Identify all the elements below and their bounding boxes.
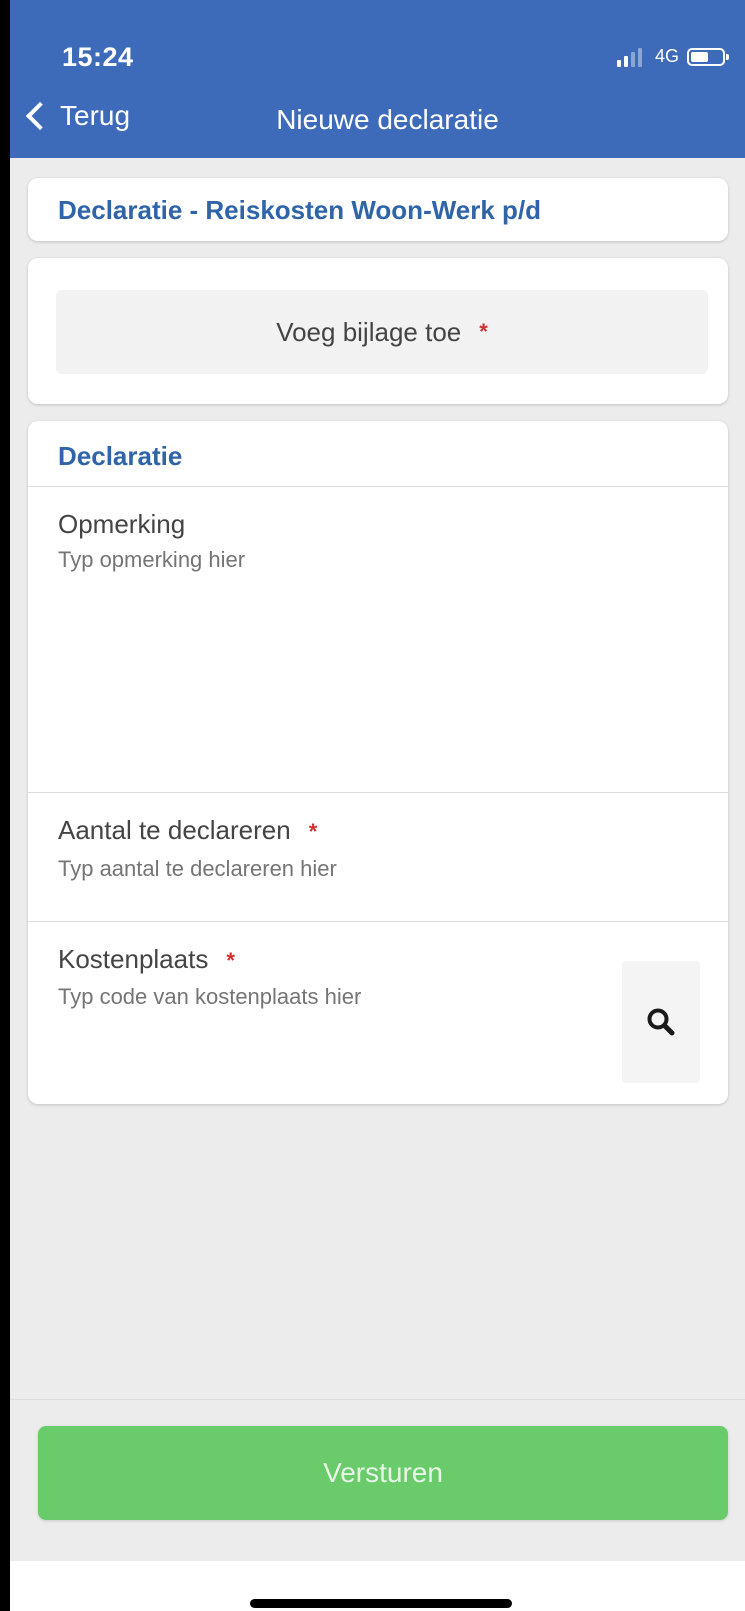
declaration-form-card: Declaratie Opmerking Aantal te declarere… <box>28 421 728 1104</box>
status-indicators: 4G <box>616 46 729 67</box>
divider <box>28 486 728 487</box>
home-indicator[interactable] <box>250 1599 512 1608</box>
declaration-type-title: Declaratie - Reiskosten Woon-Werk p/d <box>58 195 542 225</box>
network-type: 4G <box>654 46 679 66</box>
home-indicator-area <box>10 1561 745 1611</box>
divider <box>28 792 728 793</box>
opmerking-input[interactable] <box>58 547 698 777</box>
aantal-label: Aantal te declareren * <box>58 815 317 846</box>
declaration-type-card: Declaratie - Reiskosten Woon-Werk p/d <box>28 178 728 241</box>
search-icon <box>647 1008 675 1036</box>
page-title: Nieuwe declaratie <box>276 104 499 135</box>
form-section-title: Declaratie <box>58 441 183 471</box>
device-frame-edge <box>0 0 10 1611</box>
battery-icon <box>687 47 729 66</box>
signal-icon <box>616 47 645 67</box>
opmerking-label: Opmerking <box>58 509 185 540</box>
required-marker: * <box>479 319 488 344</box>
status-time: 15:24 <box>62 42 134 72</box>
app-screen: 15:24 4G Terug Nieuwe declaratie Declara… <box>10 0 745 1611</box>
required-marker: * <box>226 948 235 973</box>
footer-bar: Versturen <box>10 1399 745 1562</box>
attachment-card: Voeg bijlage toe * <box>28 258 728 404</box>
divider <box>28 921 728 922</box>
kostenplaats-label-text: Kostenplaats <box>58 944 209 974</box>
aantal-label-text: Aantal te declareren <box>58 815 291 845</box>
add-attachment-button[interactable]: Voeg bijlage toe * <box>56 290 708 374</box>
add-attachment-label: Voeg bijlage toe <box>276 316 462 347</box>
submit-label: Versturen <box>323 1457 443 1488</box>
kostenplaats-label: Kostenplaats * <box>58 944 235 975</box>
submit-button[interactable]: Versturen <box>38 1426 728 1520</box>
aantal-input[interactable] <box>58 854 698 884</box>
app-header: 15:24 4G Terug Nieuwe declaratie <box>10 0 745 158</box>
kostenplaats-input[interactable] <box>58 982 598 1012</box>
kostenplaats-search-button[interactable] <box>622 961 700 1083</box>
opmerking-label-text: Opmerking <box>58 509 186 539</box>
required-marker: * <box>308 819 318 844</box>
